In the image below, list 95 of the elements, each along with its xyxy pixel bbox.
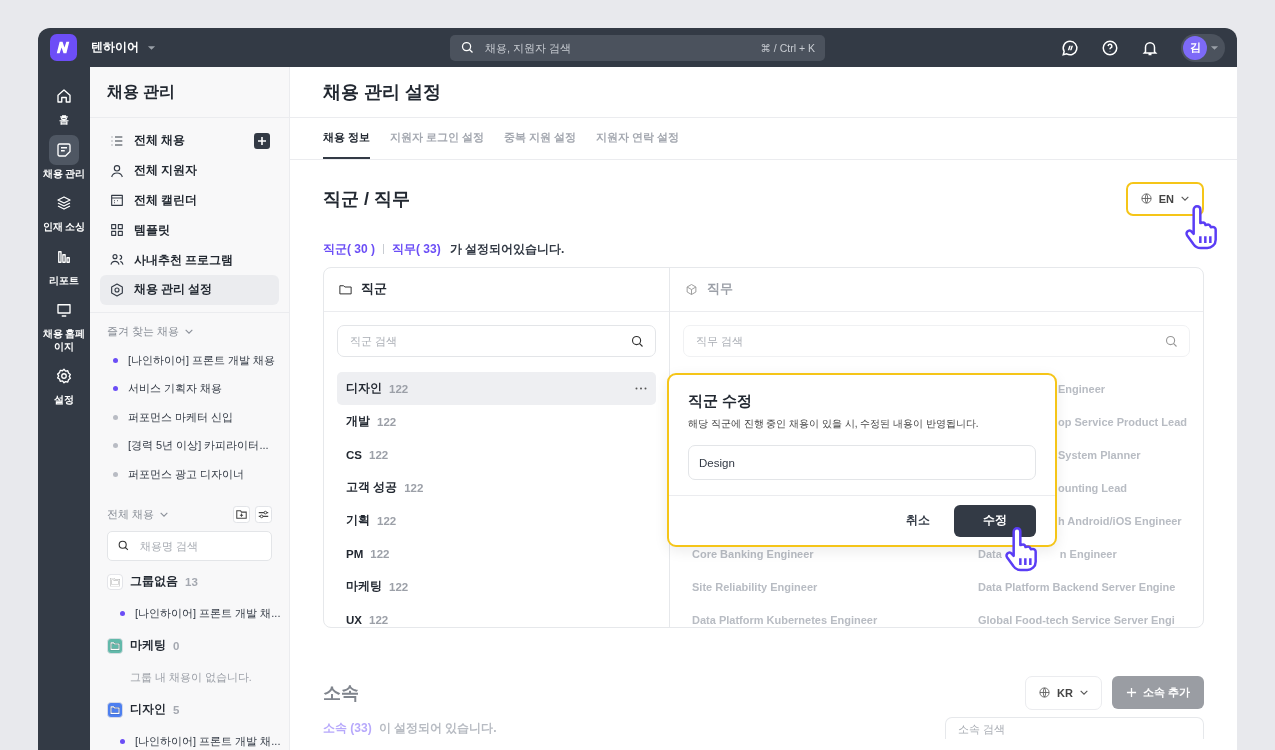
search-input[interactable]: 채용명 검색 [138,538,262,553]
grid-icon [109,222,125,239]
account-menu[interactable]: 김 [1181,33,1225,62]
category-item[interactable]: 기획 122 [337,504,656,537]
person-icon [109,162,125,179]
summary-text: 가 설정되어있습니다. [449,240,565,258]
more-icon[interactable] [635,387,647,390]
group-name[interactable]: 그룹없음 [130,574,178,590]
search-field[interactable]: 소속 검색 [945,717,1204,739]
globe-icon [1038,686,1052,699]
section-title: 직군 / 직무 [323,187,410,211]
group-name[interactable]: 디자인 [130,702,166,718]
search-input[interactable]: 소속 검색 [956,721,1193,736]
category-item[interactable]: 마케팅 122 [337,570,656,603]
chevron-down-icon [1078,689,1089,696]
filter-button[interactable] [255,506,272,524]
layers-icon [55,194,73,212]
rail-item[interactable]: 채용 관리 [40,134,88,180]
search-field[interactable]: 직군 검색 [337,325,656,357]
settings-icon [55,367,73,385]
cube-icon [684,282,699,297]
sidebar-item[interactable]: 전체 지원자 [100,155,279,186]
column-title: 직군 [361,281,387,298]
job-posting-link[interactable]: [나인하이어] 프론트 개발 채용 [128,352,276,368]
shortcut-hint: ⌘ / Ctrl + K [760,41,815,54]
job-posting-link[interactable]: [나인하이어] 프론트 개발 채... [135,734,281,750]
category-item[interactable]: PM 122 [337,537,656,570]
rail-item[interactable]: 홈 [40,81,88,127]
hexagon-icon [109,281,125,298]
category-item[interactable]: CS 122 [337,438,656,471]
globe-icon [1139,192,1153,205]
sidebar-item[interactable]: 전체 채용 [100,126,279,156]
dialog-description: 해당 직군에 진행 중인 채용이 있을 시, 수정된 내용이 반영됩니다. [688,417,980,431]
job-posting-link[interactable]: 퍼포먼스 광고 디자이너 [128,466,245,482]
job-posting-link[interactable]: [나인하이어] 프론트 개발 채... [135,606,281,622]
cancel-button[interactable]: 취소 [900,507,936,534]
search-input[interactable]: 채용, 지원자 검색 [483,40,753,55]
empty-message: 그룹 내 채용이 없습니다. [129,669,253,685]
name-input[interactable]: Design [688,445,1036,480]
search-icon [1164,333,1179,349]
sidebar-item[interactable]: 채용 관리 설정 [100,275,279,305]
sidebar-item[interactable]: 전체 캘린더 [100,185,279,216]
count-link[interactable]: 직군( 30 ) [323,240,375,258]
new-folder-button[interactable] [233,506,250,524]
category-item[interactable]: 디자인 122 [337,372,656,405]
category-item[interactable]: 개발 122 [337,405,656,438]
rail-item[interactable]: 설정 [40,361,88,407]
job-posting-link[interactable]: [경력 5년 이상] 카피라이터... [128,438,269,454]
add-button[interactable] [254,132,270,149]
group-name[interactable]: 마케팅 [130,638,166,654]
tab[interactable]: 채용 정보 [323,118,371,159]
chat-icon[interactable] [1061,38,1079,57]
calendar-icon [109,192,125,209]
search-field[interactable]: 채용명 검색 [107,530,272,561]
job-posting-link[interactable]: 퍼포먼스 마케터 신입 [128,409,234,425]
section-title: 소속 [323,681,359,705]
chevron-down-icon[interactable] [158,511,169,519]
search-icon [460,40,475,55]
column-title: 직무 [707,281,733,298]
folder-icon [338,282,353,297]
rail-item[interactable]: 채용 홈페이지 [40,295,88,353]
chevron-down-icon [1180,195,1190,202]
language-dropdown[interactable]: KR [1025,675,1102,710]
sidebar-item[interactable]: 사내추천 프로그램 [100,245,279,275]
dialog-title: 직군 수정 [688,392,754,411]
search-icon [630,333,645,349]
search-field[interactable]: 직무 검색 [683,325,1190,357]
rail-item[interactable]: 인재 소싱 [40,188,88,234]
plus-icon [1125,687,1137,698]
category-item[interactable]: 고객 성공 122 [337,471,656,504]
job-posting-link[interactable]: 서비스 기획자 채용 [128,381,223,397]
search-icon [117,539,130,553]
document-icon [55,140,73,159]
company-name[interactable]: 텐하이어 [91,39,139,56]
logo-icon[interactable] [50,34,77,61]
caret-icon[interactable] [147,44,156,51]
search-input[interactable]: 직군 검색 [348,334,630,348]
chevron-down-icon[interactable] [183,328,194,336]
group-count: 5 [173,703,180,716]
group-count: 0 [173,639,180,652]
page-title: 채용 관리 설정 [323,81,441,104]
count-link[interactable]: 직무( 33) [392,240,441,258]
sidebar-title: 채용 관리 [107,81,176,102]
help-icon[interactable] [1101,38,1119,57]
avatar: 김 [1183,35,1207,60]
search-field[interactable]: 채용, 지원자 검색 ⌘ / Ctrl + K [450,34,825,61]
group-count: 13 [185,575,198,588]
monitor-icon [55,301,73,319]
sidebar-item[interactable]: 템플릿 [100,215,279,246]
home-icon [55,87,73,105]
search-input[interactable]: 직무 검색 [694,334,1164,348]
rail-item[interactable]: 리포트 [40,241,88,287]
summary-text: 이 설정되어 있습니다. [378,719,497,737]
category-item[interactable]: UX 122 [337,603,656,627]
caret-icon [1210,44,1219,51]
